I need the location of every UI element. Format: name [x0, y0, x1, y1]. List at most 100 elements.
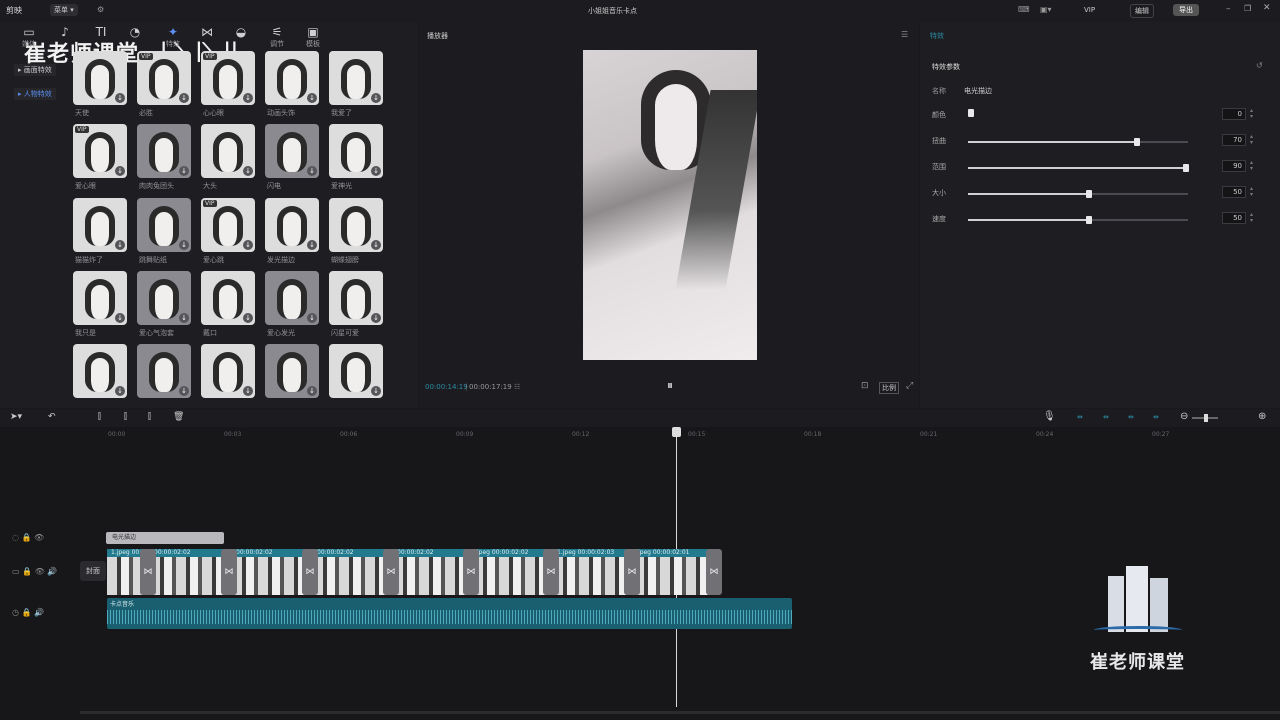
slider-knob[interactable]: [1086, 216, 1092, 224]
undo-icon[interactable]: ↶: [48, 412, 56, 422]
video-track-icons[interactable]: ▭ 🔒 👁 🔊: [12, 567, 57, 576]
effect-thumbnail[interactable]: ↓: [137, 271, 191, 325]
download-icon[interactable]: ↓: [371, 240, 381, 250]
effect-thumbnail[interactable]: ↓: [137, 124, 191, 178]
effect-thumbnail[interactable]: ↓: [265, 124, 319, 178]
video-clip[interactable]: jpeg 00:00:02:01: [634, 549, 710, 595]
pause-button[interactable]: ⏸: [667, 378, 673, 393]
toolbar-media-button[interactable]: ▭ 媒体: [14, 25, 44, 49]
fullscreen-icon[interactable]: ⤢: [906, 381, 913, 391]
download-icon[interactable]: ↓: [179, 386, 189, 396]
slider-track[interactable]: [968, 164, 1189, 172]
download-icon[interactable]: ↓: [371, 386, 381, 396]
video-clip[interactable]: 1.jpeg 00:00:02:03: [553, 549, 634, 595]
split-icon[interactable]: ⫿: [98, 412, 101, 422]
ratio-button[interactable]: 比例: [879, 382, 899, 394]
slider-knob[interactable]: [1086, 190, 1092, 198]
video-clip[interactable]: 00:00:02:02: [393, 549, 473, 595]
effect-track-icons[interactable]: ◌ 🔒 👁: [12, 533, 44, 542]
effect-thumbnail[interactable]: ↓: [201, 124, 255, 178]
download-icon[interactable]: ↓: [243, 386, 253, 396]
transition-marker[interactable]: ⋈: [624, 549, 640, 595]
download-icon[interactable]: ↓: [307, 313, 317, 323]
slider-value-input[interactable]: 90: [1222, 160, 1246, 172]
toolbar-template-button[interactable]: ▣ 模板: [298, 25, 328, 49]
effect-thumbnail[interactable]: ↓: [137, 344, 191, 398]
publish-button[interactable]: 编辑: [1130, 4, 1154, 18]
download-icon[interactable]: ↓: [179, 93, 189, 103]
download-icon[interactable]: ↓: [115, 166, 125, 176]
transition-marker[interactable]: ⋈: [543, 549, 559, 595]
download-icon[interactable]: ↓: [179, 240, 189, 250]
effect-thumbnail[interactable]: VIP ↓: [201, 198, 255, 252]
toolbar-transition-button[interactable]: ⋈: [192, 25, 222, 39]
effect-thumbnail[interactable]: ↓: [329, 124, 383, 178]
download-icon[interactable]: ↓: [307, 386, 317, 396]
vip-badge[interactable]: VIP: [1084, 6, 1095, 14]
download-icon[interactable]: ↓: [371, 166, 381, 176]
slider-track[interactable]: [968, 138, 1188, 146]
fit-icon[interactable]: ⊡: [861, 381, 869, 391]
preview-axis-icon[interactable]: ⇹: [1128, 413, 1134, 421]
download-icon[interactable]: ↓: [243, 240, 253, 250]
zoom-slider[interactable]: [1192, 414, 1218, 422]
video-clip[interactable]: 00:00:02:02: [232, 549, 313, 595]
sidebar-item-character-effects[interactable]: ▸ 人物特效: [14, 88, 56, 100]
download-icon[interactable]: ↓: [371, 313, 381, 323]
slider-value-input[interactable]: 50: [1222, 212, 1246, 224]
transition-marker[interactable]: ⋈: [302, 549, 318, 595]
effect-thumbnail[interactable]: ↓: [73, 271, 127, 325]
settings-icon[interactable]: ⚙: [97, 5, 104, 14]
download-icon[interactable]: ↓: [371, 93, 381, 103]
download-icon[interactable]: ↓: [179, 166, 189, 176]
effect-thumbnail[interactable]: VIP ↓: [201, 51, 255, 105]
toolbar-sticker-button[interactable]: ◔: [120, 25, 150, 39]
color-slider-knob[interactable]: [968, 109, 974, 117]
slider-value-input[interactable]: 50: [1222, 186, 1246, 198]
mic-icon[interactable]: 🎙: [1043, 411, 1056, 422]
list-icon[interactable]: ☷: [514, 383, 520, 391]
effect-thumbnail[interactable]: ↓: [73, 51, 127, 105]
reset-icon[interactable]: ↺: [1256, 61, 1263, 70]
audio-track-icons[interactable]: ◷ 🔒 🔊: [12, 608, 44, 617]
effect-thumbnail[interactable]: VIP ↓: [137, 51, 191, 105]
video-clip[interactable]: 00:00:02:02: [313, 549, 393, 595]
effect-thumbnail[interactable]: ↓: [73, 198, 127, 252]
slider-track[interactable]: [968, 190, 1188, 198]
download-icon[interactable]: ↓: [179, 313, 189, 323]
close-icon[interactable]: ✕: [1263, 3, 1271, 13]
split-right-icon[interactable]: ⫿: [148, 412, 151, 422]
link-icon[interactable]: ⇹: [1077, 413, 1083, 421]
download-icon[interactable]: ↓: [115, 93, 125, 103]
zoom-fit-icon[interactable]: ⊕: [1258, 411, 1266, 422]
transition-marker[interactable]: ⋈: [706, 549, 722, 595]
slider-value-input[interactable]: 70: [1222, 134, 1246, 146]
slider-knob[interactable]: [1134, 138, 1141, 146]
shortcut-icon[interactable]: ⌨: [1018, 5, 1030, 14]
slider-track[interactable]: [968, 216, 1188, 224]
transition-marker[interactable]: ⋈: [221, 549, 237, 595]
panel-tab-effects[interactable]: 特效: [930, 31, 944, 41]
toolbar-text-button[interactable]: TI: [86, 25, 116, 39]
download-icon[interactable]: ↓: [115, 240, 125, 250]
effect-thumbnail[interactable]: ↓: [329, 51, 383, 105]
video-preview[interactable]: [583, 50, 757, 360]
player-menu-icon[interactable]: ☰: [901, 30, 908, 39]
playhead-handle[interactable]: [672, 427, 681, 437]
effect-thumbnail[interactable]: ↓: [265, 51, 319, 105]
transition-marker[interactable]: ⋈: [463, 549, 479, 595]
select-tool-icon[interactable]: ➤▾: [10, 412, 22, 422]
transition-marker[interactable]: ⋈: [140, 549, 156, 595]
download-icon[interactable]: ↓: [115, 386, 125, 396]
effect-thumbnail[interactable]: ↓: [329, 271, 383, 325]
download-icon[interactable]: ↓: [243, 166, 253, 176]
transition-marker[interactable]: ⋈: [383, 549, 399, 595]
slider-stepper[interactable]: ▴ ▾: [1250, 212, 1253, 224]
video-clip[interactable]: jpeg 00:00:02:02: [473, 549, 553, 595]
layout-icon[interactable]: ▣▾: [1040, 5, 1052, 14]
effect-clip[interactable]: 电光描边: [106, 532, 224, 544]
download-icon[interactable]: ↓: [115, 313, 125, 323]
export-button[interactable]: 导出: [1173, 4, 1199, 16]
video-clip[interactable]: 00:00:02:02: [150, 549, 232, 595]
color-value-input[interactable]: 0: [1222, 108, 1246, 120]
